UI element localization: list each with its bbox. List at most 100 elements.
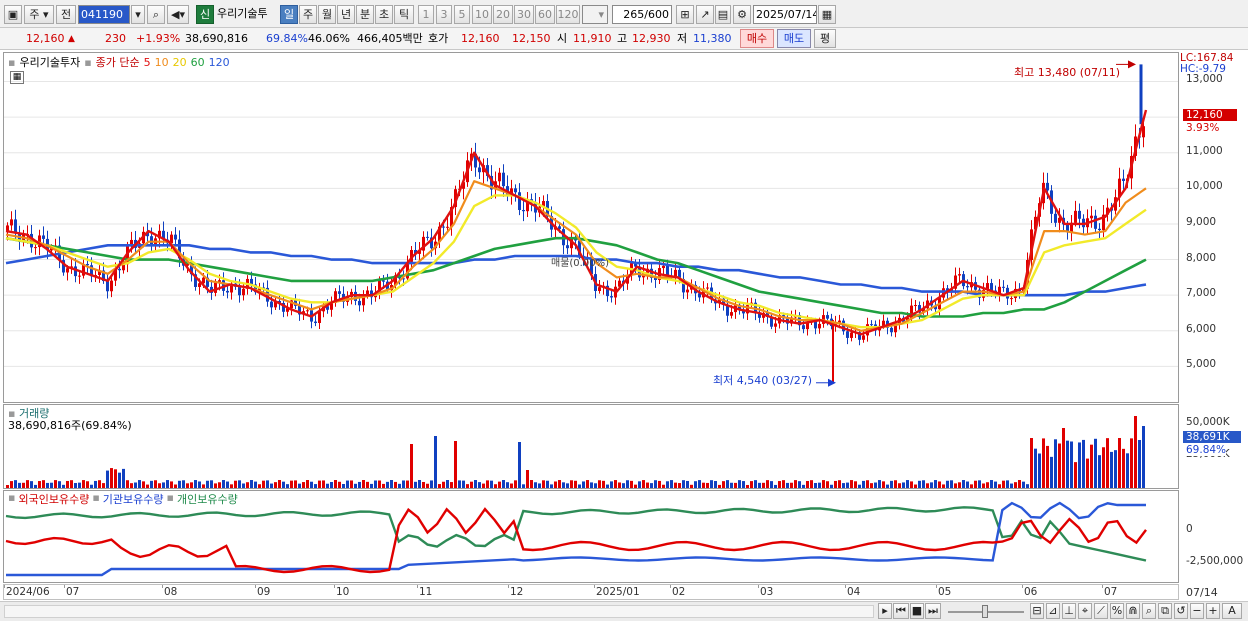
bar-icon[interactable]: ⊥ — [1062, 603, 1076, 619]
stock-code-input[interactable]: 041190 — [78, 5, 130, 24]
period-dropdown[interactable]: 주 ▾ — [24, 5, 54, 24]
zoom-slider-handle[interactable] — [982, 605, 988, 618]
volume-bar — [546, 480, 549, 488]
interval-tab-minute[interactable]: 분 — [356, 5, 374, 24]
layout-icon[interactable]: ▣ — [4, 5, 22, 24]
fib-icon[interactable]: ⋒ — [1126, 603, 1140, 619]
candle-body — [498, 172, 501, 182]
date-input[interactable]: 2025/07/14 — [753, 5, 817, 24]
sell-button[interactable]: 매도 — [777, 29, 811, 48]
trendline-icon[interactable]: ⟋ — [1094, 603, 1108, 619]
volume-bar — [30, 481, 33, 488]
minute-option-120[interactable]: 120 — [556, 5, 580, 24]
count-input[interactable]: 265/600 — [612, 5, 672, 24]
x-axis-tick — [508, 585, 509, 588]
x-axis-label: 10 — [336, 586, 350, 598]
line-icon[interactable]: ⊿ — [1046, 603, 1060, 619]
minute-option-20[interactable]: 20 — [493, 5, 513, 24]
volume-bar — [502, 480, 505, 488]
volume-bar — [658, 480, 661, 488]
volume-bar — [494, 484, 497, 488]
scroll-track[interactable] — [4, 605, 874, 618]
minus-icon[interactable]: − — [1190, 603, 1204, 619]
volume-bar — [442, 481, 445, 488]
minute-option-10[interactable]: 10 — [472, 5, 492, 24]
stop-icon[interactable]: ■ — [910, 603, 924, 619]
volume-bar — [698, 480, 701, 488]
buy-button[interactable]: 매수 — [740, 29, 774, 48]
candle-body — [514, 188, 517, 193]
volume-bar — [630, 480, 633, 488]
volume-bar — [730, 482, 733, 488]
eval-button[interactable]: 평 — [814, 29, 836, 48]
candle-icon[interactable]: ⊟ — [1030, 603, 1044, 619]
interval-tab-year[interactable]: 년 — [337, 5, 355, 24]
auto-scale-button[interactable]: A — [1222, 603, 1242, 619]
crosshair-icon[interactable]: ⌖ — [1078, 603, 1092, 619]
candle-body — [730, 312, 733, 316]
volume-bar — [634, 484, 637, 488]
x-axis-tick — [758, 585, 759, 588]
search-icon[interactable]: ⌕ — [147, 5, 165, 24]
reset-icon[interactable]: ↺ — [1174, 603, 1188, 619]
volume-bar — [234, 480, 237, 488]
minute-option-3[interactable]: 3 — [436, 5, 452, 24]
minute-option-1[interactable]: 1 — [418, 5, 434, 24]
volume-bar — [466, 484, 469, 488]
volume-bar — [130, 483, 133, 488]
chevron-down-icon[interactable]: ▾ — [131, 5, 145, 24]
volume-bar — [78, 482, 81, 488]
interval-tab-second[interactable]: 초 — [375, 5, 393, 24]
volume-bar — [246, 482, 249, 488]
gear-icon[interactable]: ⚙ — [733, 5, 751, 24]
volume-bar — [858, 484, 861, 488]
volume-chart[interactable] — [4, 405, 1178, 488]
volume-bar — [258, 484, 261, 488]
plus-icon[interactable]: + — [1206, 603, 1220, 619]
volume-bar — [718, 484, 721, 488]
fast-forward-icon[interactable]: ⏭ — [925, 603, 941, 619]
candle-body — [1046, 182, 1049, 191]
volume-bar — [606, 484, 609, 488]
current-pct-tag: 3.93% — [1186, 122, 1220, 134]
minute-option-5[interactable]: 5 — [454, 5, 470, 24]
minute-option-60[interactable]: 60 — [535, 5, 555, 24]
current-price-tag: 12,160 — [1183, 109, 1237, 121]
candle-body — [706, 287, 709, 289]
price-tick-label: 9,000 — [1186, 215, 1217, 228]
indicator-icon[interactable]: ⊞ — [676, 5, 694, 24]
price-chart[interactable] — [4, 53, 1178, 402]
interval-tab-month[interactable]: 월 — [318, 5, 336, 24]
candle-body — [862, 335, 865, 340]
search-icon[interactable]: ⌕ — [1142, 603, 1156, 619]
x-axis-label: 2024/06 — [6, 586, 50, 598]
copy-icon[interactable]: ⧉ — [1158, 603, 1172, 619]
volume-y-axis: 50,000K 25,000K 38,691K 69.84% — [1180, 404, 1246, 489]
volume-bar — [702, 482, 705, 488]
candle-body — [478, 167, 481, 173]
save-icon[interactable]: ▤ — [715, 5, 731, 24]
volume-bar — [146, 484, 149, 488]
candle-body — [802, 325, 805, 330]
rewind-icon[interactable]: ⏮ — [893, 603, 909, 619]
interval-tab-tick[interactable]: 틱 — [394, 5, 414, 24]
interval-tab-week[interactable]: 주 — [299, 5, 317, 24]
interval-tab-day[interactable]: 일 — [280, 5, 298, 24]
volume-bar — [790, 482, 793, 488]
volume-bar — [422, 481, 425, 488]
table-toggle-icon[interactable]: ▦ — [10, 71, 24, 84]
drawing-tool-icon[interactable]: ↗ — [696, 5, 714, 24]
volume-bar — [34, 484, 37, 488]
prev-button[interactable]: 전 — [56, 5, 76, 24]
percent-icon[interactable]: % — [1110, 603, 1124, 619]
scroll-right-icon[interactable]: ▸ — [878, 603, 892, 619]
volume-bar — [394, 481, 397, 488]
x-axis-tick — [334, 585, 335, 588]
calendar-icon[interactable]: ▦ — [818, 5, 836, 24]
minute-custom-dropdown[interactable]: ▾ — [582, 5, 608, 24]
minute-option-30[interactable]: 30 — [514, 5, 534, 24]
candle-body — [426, 236, 429, 238]
volume-bar — [1018, 480, 1021, 488]
speaker-icon[interactable]: ◀▾ — [167, 5, 189, 24]
volume-bar — [1090, 444, 1093, 488]
